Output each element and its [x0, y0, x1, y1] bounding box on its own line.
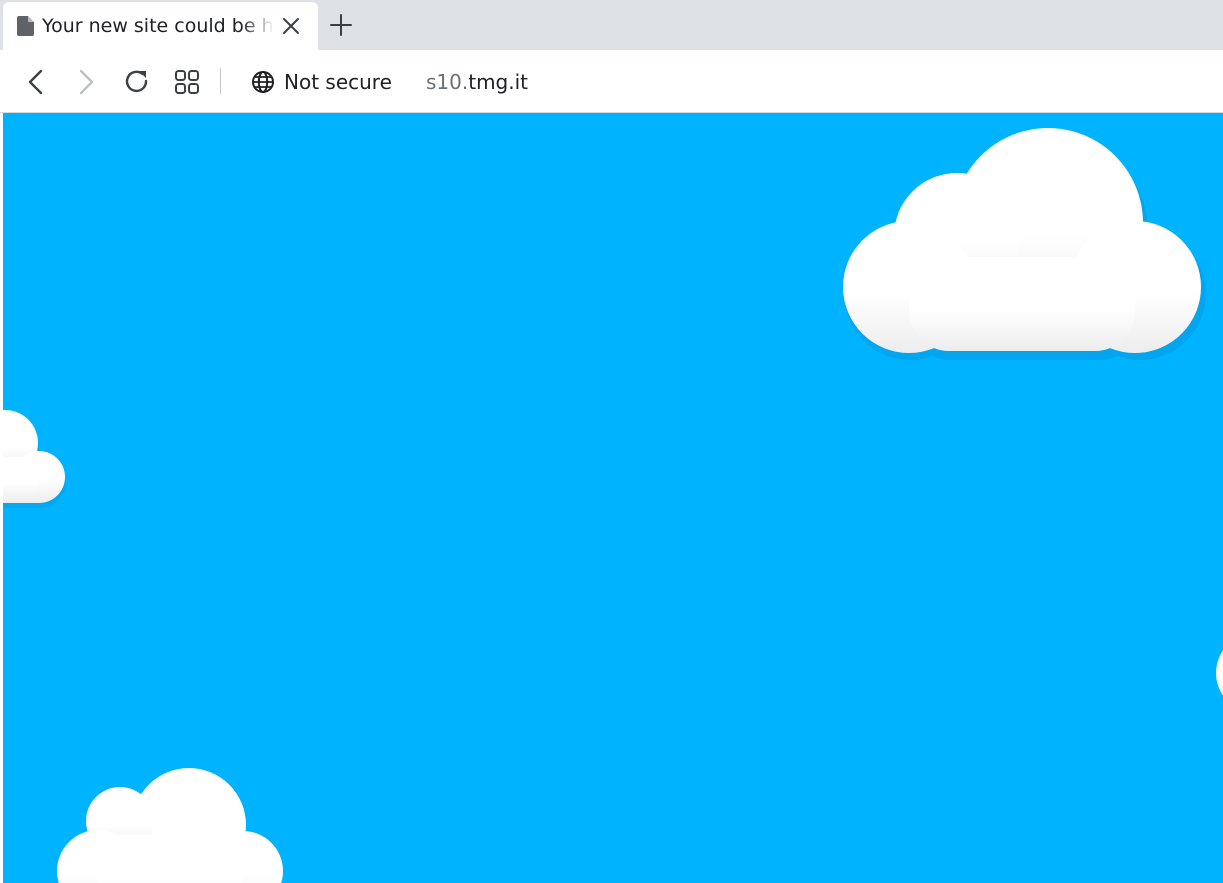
toolbar-divider	[220, 68, 221, 94]
page-viewport	[3, 113, 1223, 883]
cloud-left-edge	[3, 410, 66, 508]
url-domain: tmg.it	[468, 70, 529, 94]
security-indicator[interactable]: Not secure	[251, 67, 392, 97]
address-bar-url[interactable]: s10.tmg.it	[426, 67, 528, 97]
tab-strip: Your new site could be here	[0, 0, 1223, 50]
cloud-bottom-left	[57, 768, 283, 883]
back-arrow-icon[interactable]	[21, 67, 51, 97]
browser-toolbar: Not secure s10.tmg.it	[0, 50, 1223, 113]
not-secure-label: Not secure	[284, 70, 392, 94]
forward-arrow-icon[interactable]	[71, 67, 101, 97]
globe-icon	[252, 71, 274, 93]
cloud-large	[843, 128, 1206, 360]
close-icon[interactable]	[281, 16, 301, 36]
browser-tab[interactable]: Your new site could be here	[3, 2, 318, 50]
cloud-right-edge	[1216, 650, 1223, 696]
reload-icon[interactable]	[122, 67, 152, 97]
document-icon	[17, 16, 34, 36]
tab-title: Your new site could be here	[42, 15, 274, 37]
url-subdomain: s10.	[426, 70, 469, 94]
apps-grid-icon[interactable]	[173, 67, 203, 97]
new-tab-plus-icon[interactable]	[328, 12, 354, 38]
